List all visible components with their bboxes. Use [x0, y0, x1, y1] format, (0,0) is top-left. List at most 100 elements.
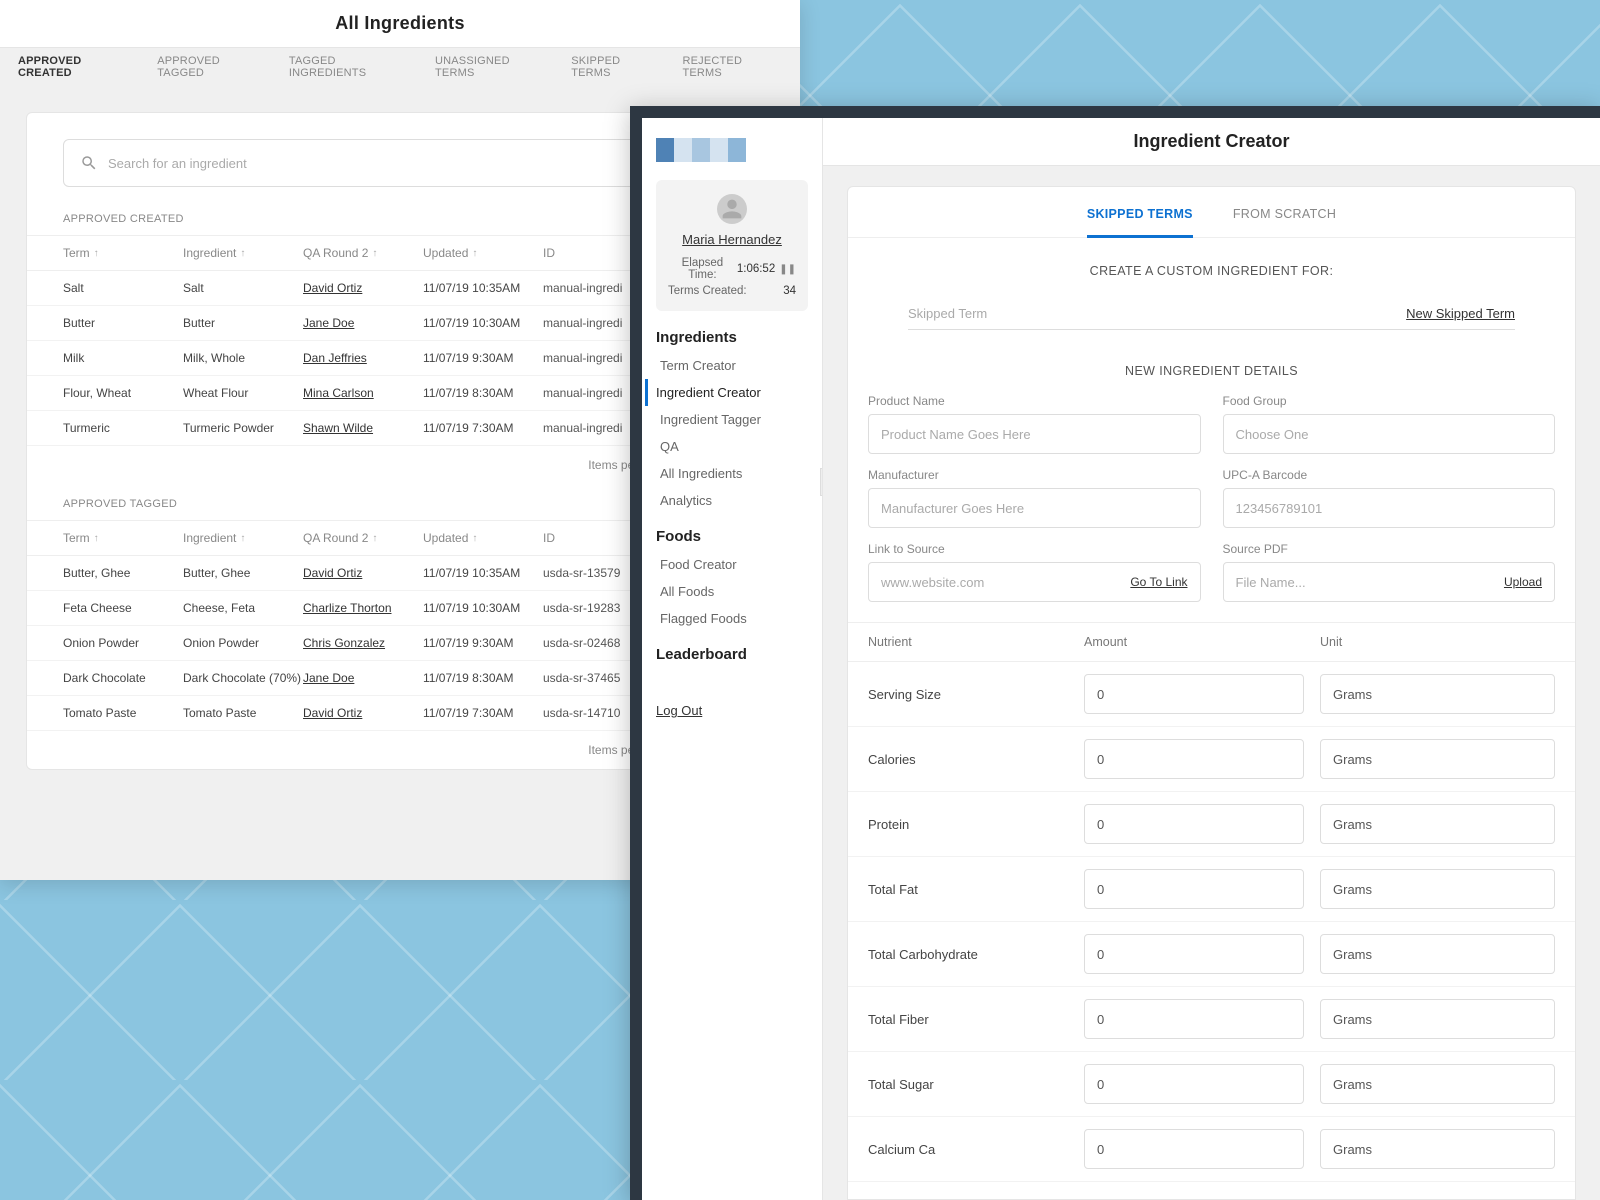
- cell-qa-user-link[interactable]: Charlize Thorton: [303, 601, 423, 615]
- panel-tab-skipped-terms[interactable]: SKIPPED TERMS: [1087, 207, 1193, 238]
- field-product-name: Product NameProduct Name Goes Here: [868, 394, 1201, 454]
- column-updated[interactable]: Updated ↑: [423, 531, 543, 545]
- cell-ingredient: Butter, Ghee: [183, 566, 303, 580]
- nutrient-name: Calories: [868, 752, 1068, 767]
- tab-approved-created[interactable]: APPROVED CREATED: [18, 55, 135, 79]
- new-skipped-term-link[interactable]: New Skipped Term: [1406, 306, 1515, 321]
- cell-qa-user-link[interactable]: Jane Doe: [303, 671, 423, 685]
- nutrient-amount-input[interactable]: 0: [1084, 999, 1304, 1039]
- field-action[interactable]: Go To Link: [1130, 575, 1187, 589]
- nutrient-amount-input[interactable]: 0: [1084, 1064, 1304, 1104]
- field-label: Food Group: [1223, 394, 1556, 408]
- panel-tab-from-scratch[interactable]: FROM SCRATCH: [1233, 207, 1336, 237]
- cell-ingredient: Tomato Paste: [183, 706, 303, 720]
- form-grid: Product NameProduct Name Goes Here Food G…: [848, 394, 1575, 622]
- nutrient-amount-input[interactable]: 0: [1084, 804, 1304, 844]
- nutrient-table: NutrientAmountUnit Serving Size0GramsCal…: [848, 622, 1575, 1182]
- search-input[interactable]: [108, 156, 672, 171]
- cell-qa-user-link[interactable]: Mina Carlson: [303, 386, 423, 400]
- cell-term: Butter, Ghee: [63, 566, 183, 580]
- nutrient-row: Calories 0 Grams: [848, 727, 1575, 792]
- cell-ingredient: Salt: [183, 281, 303, 295]
- tab-unassigned-terms[interactable]: UNASSIGNED TERMS: [435, 55, 549, 79]
- nutrient-name: Serving Size: [868, 687, 1068, 702]
- nutrient-unit-select[interactable]: Grams: [1320, 804, 1555, 844]
- field-input[interactable]: Manufacturer Goes Here: [868, 488, 1201, 528]
- nutrient-name: Protein: [868, 817, 1068, 832]
- cell-term: Turmeric: [63, 421, 183, 435]
- column-ingredient[interactable]: Ingredient ↑: [183, 246, 303, 260]
- nav-item-ingredient-tagger[interactable]: Ingredient Tagger: [656, 406, 808, 433]
- nutrient-table-head: NutrientAmountUnit: [848, 623, 1575, 662]
- column-ingredient[interactable]: Ingredient ↑: [183, 531, 303, 545]
- cell-qa-user-link[interactable]: David Ortiz: [303, 566, 423, 580]
- nutrient-amount-input[interactable]: 0: [1084, 674, 1304, 714]
- creator-panel: SKIPPED TERMS FROM SCRATCH CREATE A CUSTO…: [847, 186, 1576, 1200]
- nutrient-unit-select[interactable]: Grams: [1320, 1129, 1555, 1169]
- nav-item-all-ingredients[interactable]: All Ingredients: [656, 460, 808, 487]
- cell-qa-user-link[interactable]: Chris Gonzalez: [303, 636, 423, 650]
- nav-group-foods: Foods: [656, 528, 808, 545]
- column-qa-round-2[interactable]: QA Round 2 ↑: [303, 531, 423, 545]
- column-updated[interactable]: Updated ↑: [423, 246, 543, 260]
- field-label: Manufacturer: [868, 468, 1201, 482]
- cell-ingredient: Cheese, Feta: [183, 601, 303, 615]
- tab-rejected-terms[interactable]: REJECTED TERMS: [682, 55, 782, 79]
- cell-updated: 11/07/19 9:30AM: [423, 351, 543, 365]
- nutrient-unit-select[interactable]: Grams: [1320, 934, 1555, 974]
- skipped-term-selector[interactable]: Skipped Term New Skipped Term: [908, 298, 1515, 330]
- column-term[interactable]: Term ↑: [63, 246, 183, 260]
- cell-qa-user-link[interactable]: Jane Doe: [303, 316, 423, 330]
- column-qa-round-2[interactable]: QA Round 2 ↑: [303, 246, 423, 260]
- logout-link[interactable]: Log Out: [656, 703, 808, 718]
- nutrient-unit-select[interactable]: Grams: [1320, 999, 1555, 1039]
- user-name-link[interactable]: Maria Hernandez: [668, 232, 796, 247]
- cell-qa-user-link[interactable]: David Ortiz: [303, 706, 423, 720]
- tab-approved-tagged[interactable]: APPROVED TAGGED: [157, 55, 267, 79]
- field-input[interactable]: File Name...Upload: [1223, 562, 1556, 602]
- nav-item-term-creator[interactable]: Term Creator: [656, 352, 808, 379]
- cell-updated: 11/07/19 10:35AM: [423, 566, 543, 580]
- field-label: Link to Source: [868, 542, 1201, 556]
- create-for-label: CREATE A CUSTOM INGREDIENT FOR:: [848, 238, 1575, 298]
- nav-item-ingredient-creator[interactable]: Ingredient Creator: [645, 379, 808, 406]
- field-input[interactable]: www.website.comGo To Link: [868, 562, 1201, 602]
- nutrient-unit-select[interactable]: Grams: [1320, 674, 1555, 714]
- tab-tagged-ingredients[interactable]: TAGGED INGREDIENTS: [289, 55, 413, 79]
- field-input[interactable]: Choose One: [1223, 414, 1556, 454]
- nutrient-amount-input[interactable]: 0: [1084, 1129, 1304, 1169]
- cell-updated: 11/07/19 10:30AM: [423, 316, 543, 330]
- nutrient-row: Calcium Ca0Grams: [848, 1117, 1575, 1182]
- panel-tabs: SKIPPED TERMS FROM SCRATCH: [848, 187, 1575, 238]
- cell-qa-user-link[interactable]: David Ortiz: [303, 281, 423, 295]
- nutrient-unit-select[interactable]: Grams: [1320, 869, 1555, 909]
- nav-item-all-foods[interactable]: All Foods: [656, 578, 808, 605]
- nutrient-column-amount: Amount: [1084, 635, 1304, 649]
- nutrient-amount-input[interactable]: 0: [1084, 739, 1304, 779]
- column-term[interactable]: Term ↑: [63, 531, 183, 545]
- pause-icon[interactable]: ❚❚: [779, 264, 796, 275]
- tab-skipped-terms[interactable]: SKIPPED TERMS: [571, 55, 660, 79]
- elapsed-time-label: Elapsed Time:: [668, 257, 737, 281]
- nav-item-analytics[interactable]: Analytics: [656, 487, 808, 514]
- field-input[interactable]: Product Name Goes Here: [868, 414, 1201, 454]
- cell-ingredient: Dark Chocolate (70%): [183, 671, 303, 685]
- cell-term: Butter: [63, 316, 183, 330]
- cell-ingredient: Turmeric Powder: [183, 421, 303, 435]
- nutrient-unit-select[interactable]: Grams: [1320, 739, 1555, 779]
- details-title: NEW INGREDIENT DETAILS: [848, 358, 1575, 394]
- field-input[interactable]: 123456789101: [1223, 488, 1556, 528]
- nutrient-amount-input[interactable]: 0: [1084, 869, 1304, 909]
- cell-updated: 11/07/19 10:30AM: [423, 601, 543, 615]
- cell-ingredient: Onion Powder: [183, 636, 303, 650]
- nutrient-amount-input[interactable]: 0: [1084, 934, 1304, 974]
- nav-item-qa[interactable]: QA: [656, 433, 808, 460]
- nutrient-row: Total Sugar0Grams: [848, 1052, 1575, 1117]
- cell-qa-user-link[interactable]: Dan Jeffries: [303, 351, 423, 365]
- nav-item-flagged-foods[interactable]: Flagged Foods: [656, 605, 808, 632]
- nav-item-food-creator[interactable]: Food Creator: [656, 551, 808, 578]
- cell-qa-user-link[interactable]: Shawn Wilde: [303, 421, 423, 435]
- field-action[interactable]: Upload: [1504, 575, 1542, 589]
- nutrient-row: Total Carbohydrate0Grams: [848, 922, 1575, 987]
- nutrient-unit-select[interactable]: Grams: [1320, 1064, 1555, 1104]
